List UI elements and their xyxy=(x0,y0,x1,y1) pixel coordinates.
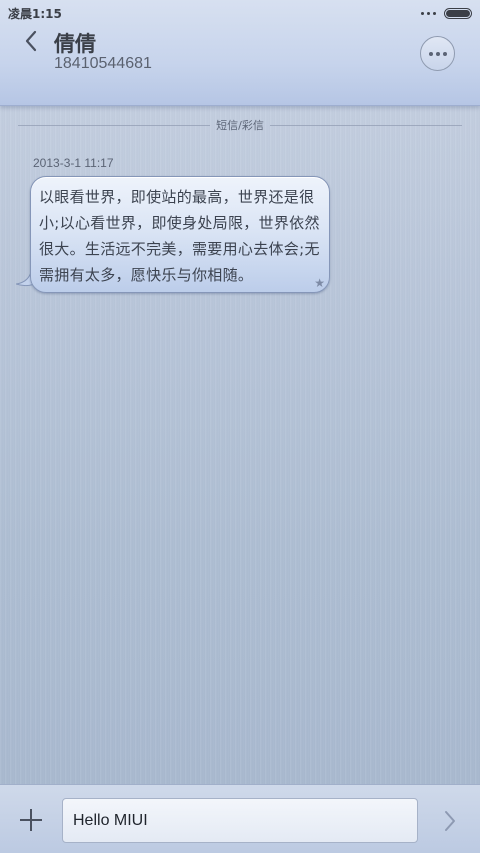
notification-dots-icon xyxy=(421,11,436,15)
add-attachment-button[interactable] xyxy=(14,803,48,837)
message-bubble-body: 以眼看世界，即使站的最高，世界还是很小;以心看世界，即使身处局限，世界依然很大。… xyxy=(30,176,330,293)
status-time: 凌晨1:15 xyxy=(8,6,62,21)
status-icons xyxy=(421,7,472,19)
more-dots-icon xyxy=(428,51,433,56)
composer-bar: Hello MIUI xyxy=(0,784,480,853)
message-input[interactable]: Hello MIUI xyxy=(62,798,418,843)
more-dot xyxy=(442,51,447,56)
message-bubble[interactable]: 以眼看世界，即使站的最高，世界还是很小;以心看世界，即使身处局限，世界依然很大。… xyxy=(16,176,332,296)
plus-icon xyxy=(20,809,42,831)
message-type-label: 短信/彩信 xyxy=(216,119,264,132)
message-timestamp: 2013-3-1 11:17 xyxy=(33,156,114,170)
chevron-right-icon xyxy=(445,811,455,831)
message-type-divider: 短信/彩信 xyxy=(18,116,462,134)
contact-number: 18410544681 xyxy=(54,55,152,72)
chevron-left-icon xyxy=(25,30,37,52)
more-dot xyxy=(435,51,440,56)
more-options-button[interactable] xyxy=(420,36,455,71)
divider-line-left xyxy=(18,124,211,126)
message-text: 以眼看世界，即使站的最高，世界还是很小;以心看世界，即使身处局限，世界依然很大。… xyxy=(39,188,320,284)
divider-line-right xyxy=(269,124,462,126)
battery-icon xyxy=(444,7,472,19)
send-button[interactable] xyxy=(436,807,464,835)
back-button[interactable] xyxy=(18,28,44,54)
contact-name: 倩倩 xyxy=(54,32,96,56)
status-bar: 凌晨1:15 xyxy=(0,0,480,26)
star-icon: ★ xyxy=(314,276,325,290)
